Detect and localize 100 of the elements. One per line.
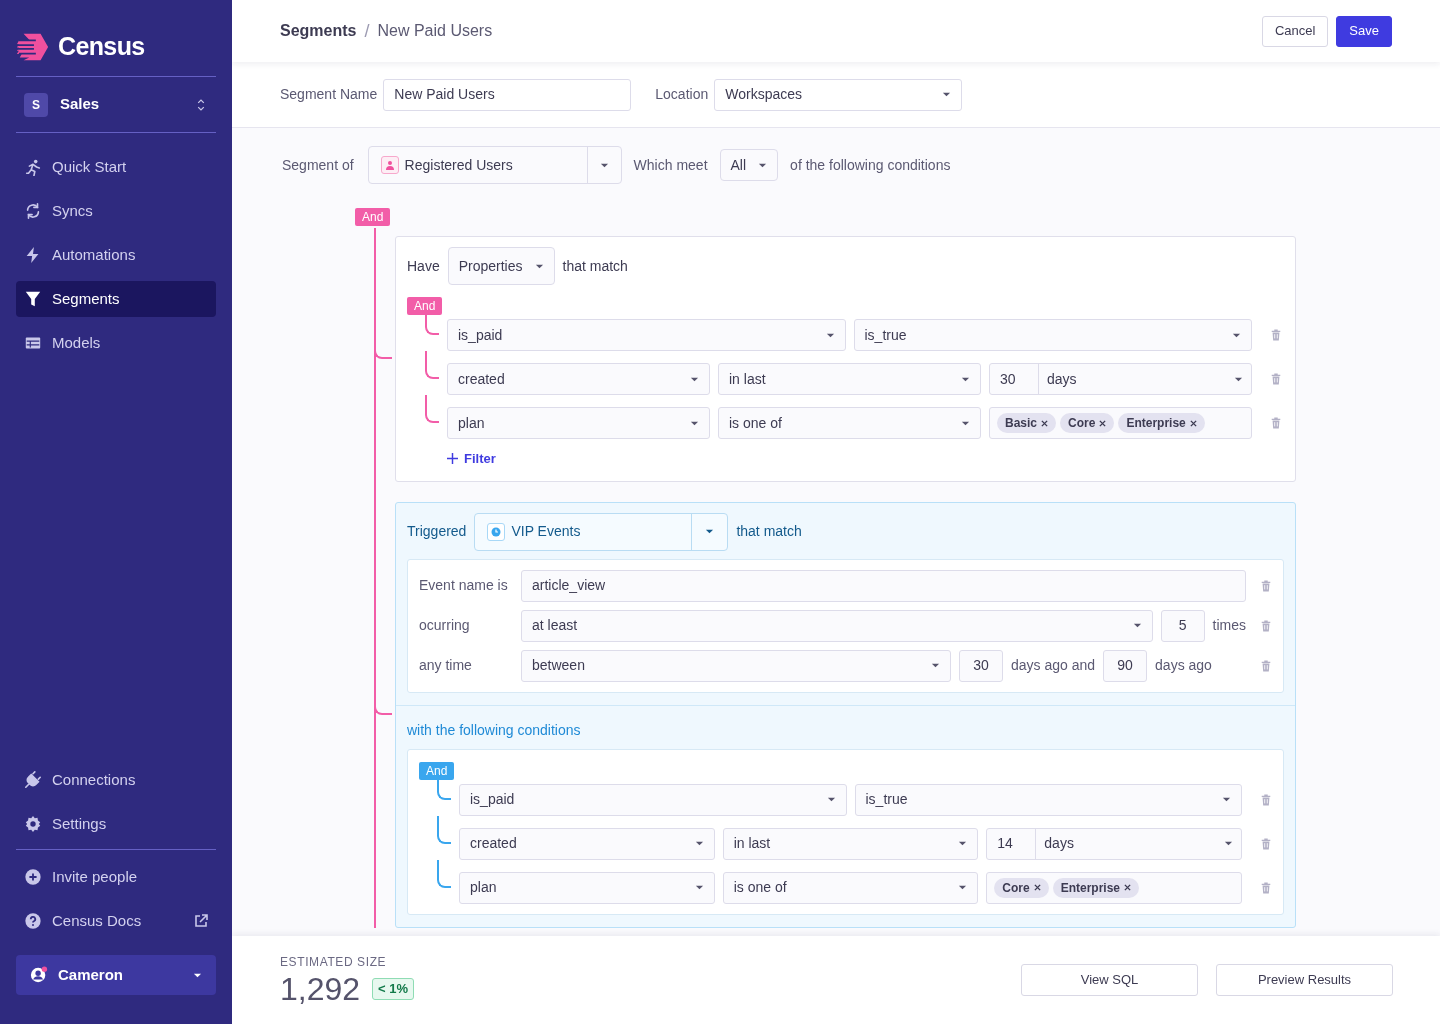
field-label: Location bbox=[655, 85, 709, 104]
preview-button[interactable]: Preview Results bbox=[1216, 964, 1393, 996]
tag-input[interactable]: Core Enterprise bbox=[986, 871, 1242, 904]
frequency-dropdown[interactable]: at least bbox=[521, 609, 1153, 642]
remove-icon[interactable] bbox=[1124, 884, 1132, 891]
number-input[interactable]: 90 bbox=[1103, 649, 1148, 682]
field-label: ocurring bbox=[419, 616, 471, 635]
number-input[interactable]: 14 bbox=[987, 828, 1037, 859]
segment-source-dropdown[interactable]: Registered Users bbox=[367, 146, 622, 184]
cancel-button[interactable]: Cancel bbox=[1261, 15, 1329, 47]
tree-connector bbox=[425, 351, 439, 379]
nav-item[interactable]: Syncs bbox=[16, 193, 216, 229]
plus-icon bbox=[447, 453, 458, 465]
field-label: Segment of bbox=[282, 155, 354, 175]
trash-icon[interactable] bbox=[1260, 659, 1272, 672]
caret-icon bbox=[705, 527, 715, 536]
caret-icon bbox=[942, 90, 952, 99]
number-input[interactable]: 30 bbox=[959, 649, 1003, 682]
operator-badge: And bbox=[419, 761, 455, 780]
property-dropdown[interactable]: is_paid bbox=[447, 319, 846, 351]
trash-icon[interactable] bbox=[1270, 329, 1282, 341]
field-label: that match bbox=[562, 256, 628, 276]
percentage-badge: < 1% bbox=[372, 978, 415, 1000]
field-label: Which meet bbox=[633, 155, 708, 175]
tag-chip[interactable]: Core bbox=[994, 877, 1049, 898]
tree-connector bbox=[437, 773, 451, 800]
remove-icon[interactable] bbox=[1033, 884, 1041, 891]
nav-item[interactable]: Settings bbox=[16, 806, 216, 842]
nav-item[interactable]: Connections bbox=[16, 762, 216, 798]
plug-icon bbox=[24, 771, 42, 789]
match-dropdown[interactable]: All bbox=[719, 149, 779, 181]
number-input[interactable]: 5 bbox=[1160, 609, 1205, 642]
condition-dropdown[interactable]: is_true bbox=[853, 319, 1252, 351]
caret-icon bbox=[1224, 839, 1233, 848]
nav-item[interactable]: Invite people bbox=[16, 859, 216, 895]
save-button[interactable]: Save bbox=[1336, 15, 1392, 47]
tree-connector bbox=[437, 815, 451, 844]
add-filter-button[interactable]: Filter bbox=[447, 449, 496, 469]
condition-dropdown[interactable]: is one of bbox=[718, 407, 981, 439]
trash-icon[interactable] bbox=[1260, 793, 1272, 806]
tag-chip[interactable]: Enterprise bbox=[1118, 413, 1205, 433]
tag-chip[interactable]: Core bbox=[1060, 413, 1115, 433]
location-dropdown[interactable]: Workspaces bbox=[714, 78, 963, 111]
remove-icon[interactable] bbox=[1041, 419, 1049, 427]
tag-chip[interactable]: Enterprise bbox=[1052, 877, 1140, 898]
field-label: Triggered bbox=[407, 522, 467, 541]
user-avatar-icon bbox=[30, 966, 48, 984]
caret-icon bbox=[1222, 795, 1231, 804]
person-icon bbox=[384, 160, 395, 170]
field-label: of the following conditions bbox=[790, 155, 951, 175]
condition-dropdown[interactable]: is_true bbox=[854, 783, 1242, 816]
event-name-input[interactable]: article_view bbox=[521, 569, 1246, 602]
property-dropdown[interactable]: plan bbox=[459, 871, 715, 904]
runner-icon bbox=[24, 158, 42, 176]
view-sql-button[interactable]: View SQL bbox=[1021, 964, 1198, 996]
tag-input[interactable]: Basic Core Enterprise bbox=[989, 407, 1252, 439]
trash-icon[interactable] bbox=[1260, 837, 1272, 850]
event-source-dropdown[interactable]: VIP Events bbox=[474, 512, 729, 551]
type-dropdown[interactable]: Properties bbox=[447, 247, 555, 285]
settings-icon bbox=[24, 815, 42, 833]
condition-dropdown[interactable]: in last bbox=[718, 363, 981, 395]
unit-dropdown[interactable]: days bbox=[1039, 364, 1251, 394]
condition-dropdown[interactable]: is one of bbox=[722, 871, 979, 904]
trash-icon[interactable] bbox=[1260, 881, 1272, 894]
workspace-switcher[interactable]: S Sales bbox=[16, 77, 216, 132]
breadcrumb-current: New Paid Users bbox=[377, 21, 493, 41]
property-dropdown[interactable]: created bbox=[447, 363, 710, 395]
name-input[interactable]: New Paid Users bbox=[383, 78, 632, 111]
field-label: that match bbox=[736, 522, 802, 541]
remove-icon[interactable] bbox=[1099, 419, 1107, 427]
caret-icon bbox=[1132, 621, 1142, 630]
nav-item[interactable]: Quick Start bbox=[16, 149, 216, 185]
trash-icon[interactable] bbox=[1270, 417, 1282, 429]
field-label: any time bbox=[419, 656, 473, 675]
property-dropdown[interactable]: plan bbox=[447, 407, 710, 439]
nav-item[interactable]: Models bbox=[16, 325, 216, 361]
tag-chip[interactable]: Basic bbox=[997, 413, 1057, 433]
time-range-dropdown[interactable]: between bbox=[521, 649, 951, 682]
trash-icon[interactable] bbox=[1270, 373, 1282, 385]
nav-item[interactable]: Automations bbox=[16, 237, 216, 273]
clock-icon bbox=[491, 526, 502, 537]
caret-icon bbox=[931, 661, 940, 670]
unit-dropdown[interactable]: days bbox=[1036, 828, 1241, 859]
nav-item[interactable]: Segments bbox=[16, 281, 216, 317]
trash-icon[interactable] bbox=[1260, 579, 1272, 592]
condition-dropdown[interactable]: in last bbox=[722, 827, 979, 860]
estimate-label: ESTIMATED SIZE bbox=[280, 954, 388, 971]
caret-icon bbox=[694, 839, 704, 848]
nav-item[interactable]: Census Docs bbox=[16, 903, 216, 939]
trash-icon[interactable] bbox=[1260, 619, 1272, 632]
property-dropdown[interactable]: is_paid bbox=[459, 783, 847, 816]
remove-icon[interactable] bbox=[1189, 419, 1197, 427]
number-input[interactable]: 30 bbox=[990, 364, 1039, 394]
breadcrumb-link[interactable]: Segments bbox=[280, 19, 357, 43]
unit-label: days ago bbox=[1155, 656, 1213, 675]
user-menu[interactable]: Cameron bbox=[16, 955, 216, 995]
unit-label: days ago and bbox=[1011, 656, 1096, 675]
plus-circle-icon bbox=[24, 868, 42, 886]
tree-connector bbox=[437, 859, 451, 888]
property-dropdown[interactable]: created bbox=[459, 827, 715, 860]
